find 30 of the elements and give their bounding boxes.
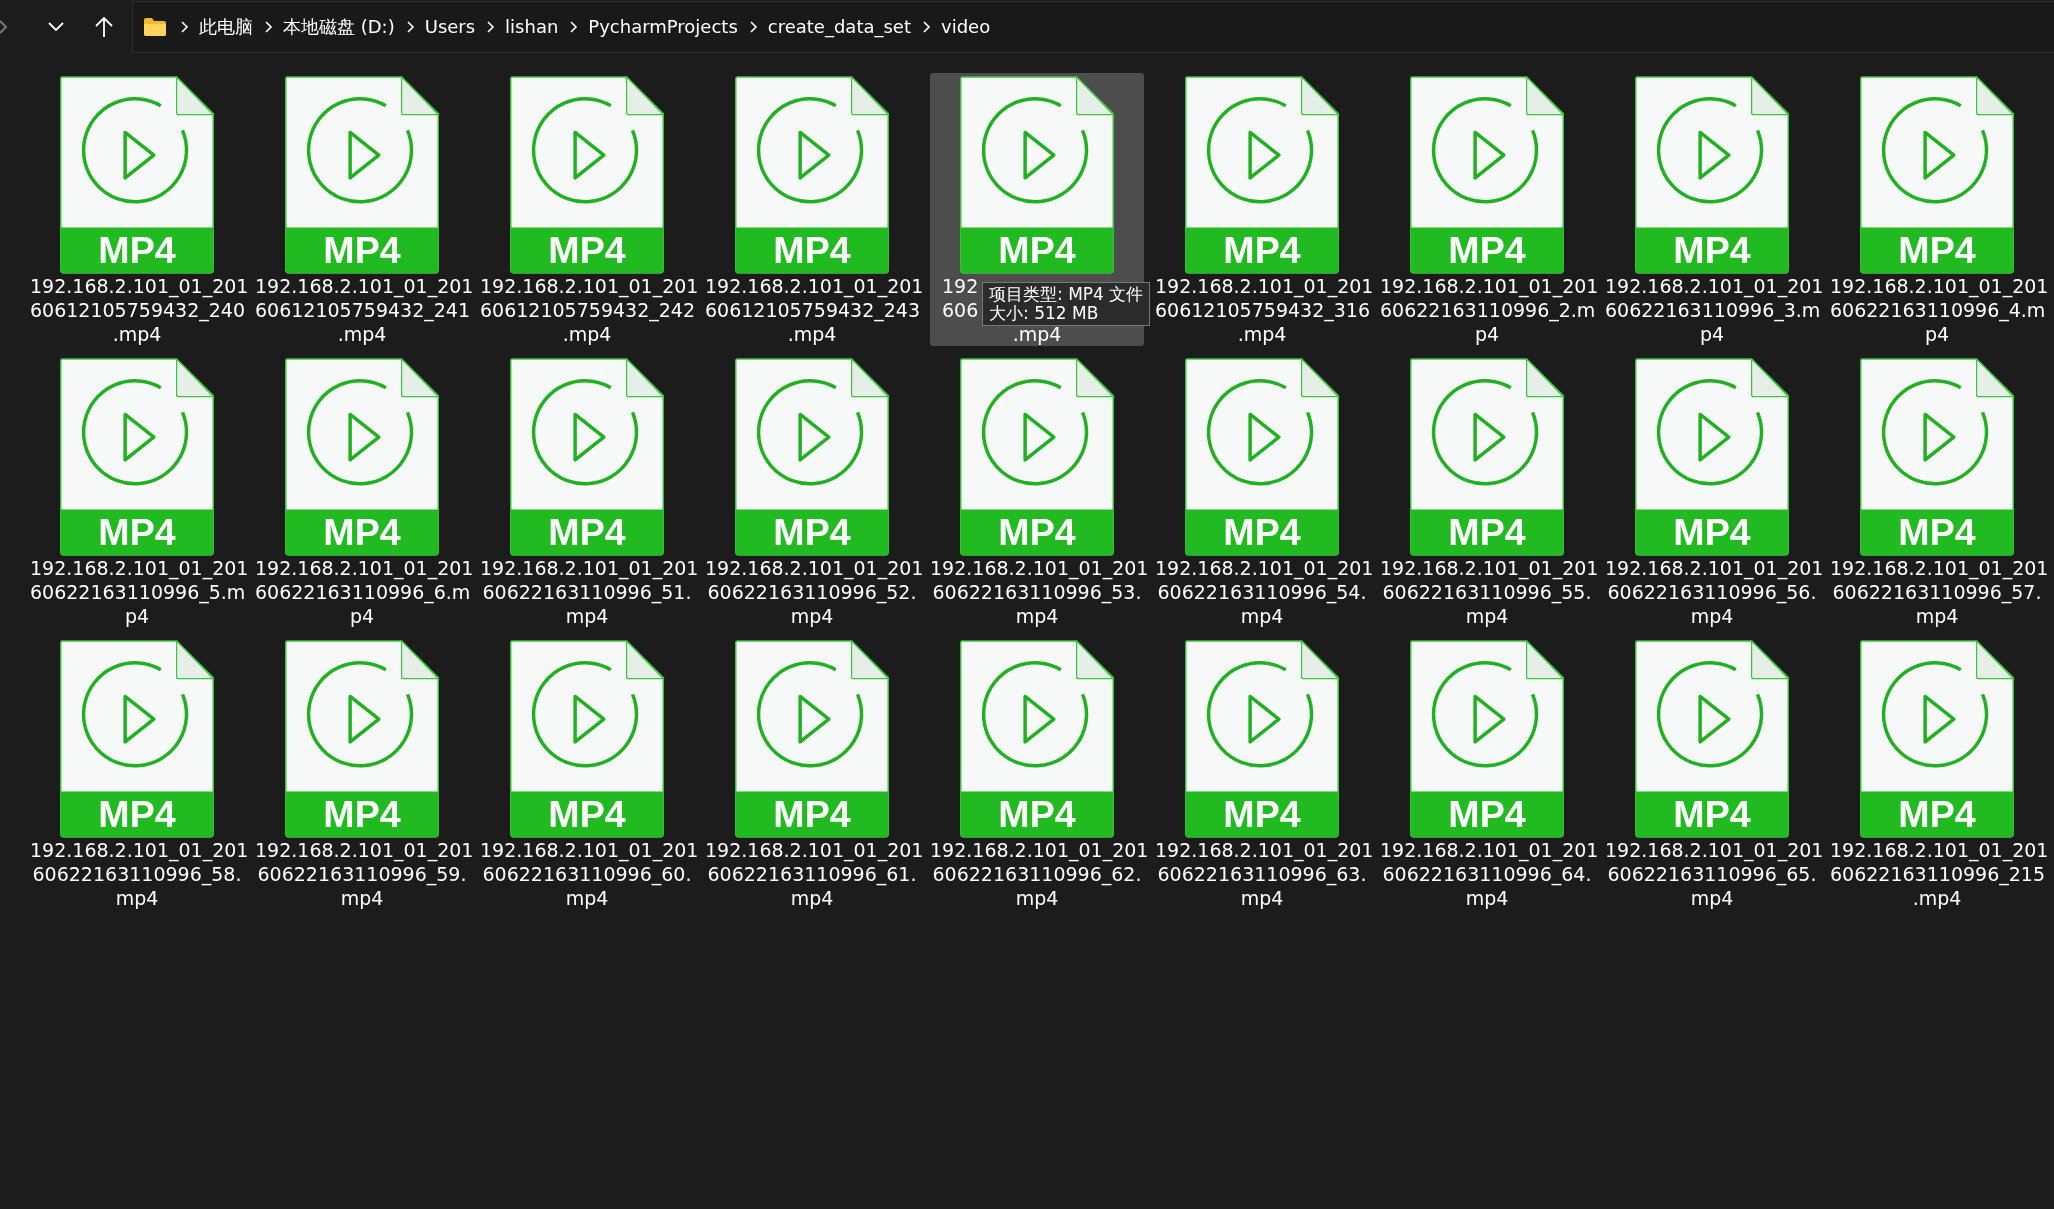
video-file-icon: MP4 [59,76,215,274]
video-file-icon: MP4 [1409,640,1565,838]
video-file-icon: MP4 [734,76,890,274]
tooltip: 项目类型: MP4 文件 大小: 512 MB [982,282,1151,326]
video-file-icon: MP4 [284,76,440,274]
video-file-icon: MP4 [284,358,440,556]
video-file-icon: MP4 [1634,76,1790,274]
video-file-icon: MP4 [1184,640,1340,838]
video-file-icon: MP4 [1634,358,1790,556]
video-file-icon: MP4 [509,358,665,556]
video-file-icon: MP4 [959,640,1115,838]
video-file-icon: MP4 [734,358,890,556]
video-file-icon: MP4 [959,358,1115,556]
video-file-icon: MP4 [509,76,665,274]
video-file-icon: MP4 [1634,640,1790,838]
video-file-icon: MP4 [59,358,215,556]
video-file-icon: MP4 [1409,358,1565,556]
video-file-icon: MP4 [509,640,665,838]
video-file-icon: MP4 [1184,358,1340,556]
video-file-icon: MP4 [1859,76,2015,274]
video-file-icon: MP4 [59,640,215,838]
file-name-fragment: 192 [941,274,979,298]
video-file-icon: MP4 [284,640,440,838]
video-file-icon: MP4 [1409,76,1565,274]
video-file-icon: MP4 [1184,76,1340,274]
video-file-icon: MP4 [959,76,1115,274]
video-file-icon: MP4 [1859,358,2015,556]
file-name-fragment: 606 [941,298,979,322]
video-file-icon: MP4 [1859,640,2015,838]
video-file-icon: MP4 [734,640,890,838]
